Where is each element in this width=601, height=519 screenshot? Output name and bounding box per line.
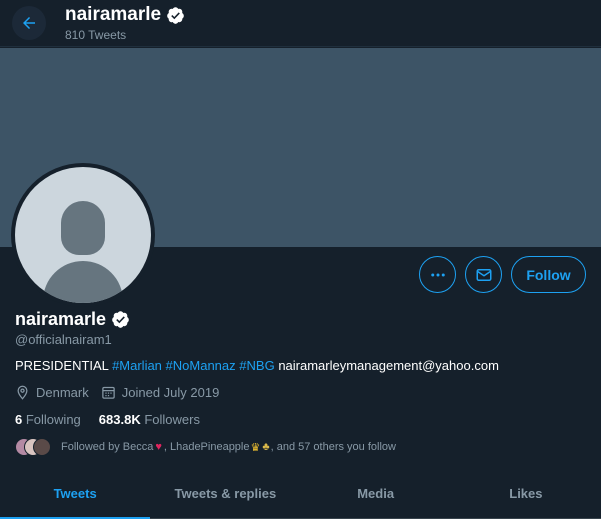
profile-display-name: nairamarle — [15, 309, 107, 329]
following-count: 6 — [15, 412, 23, 427]
profile-location: Denmark — [15, 385, 89, 400]
heart-icon: ♥ — [155, 441, 162, 453]
hashtag-link[interactable]: #Marlian — [112, 358, 162, 373]
profile-joined: Joined July 2019 — [101, 385, 220, 400]
profile-stats: 6 Following 683.8K Followers — [15, 412, 218, 427]
back-button[interactable] — [12, 6, 46, 40]
followed-by-prefix: Followed by Becca — [61, 441, 154, 453]
followers-count: 683.8K — [98, 412, 141, 427]
profile-avatar[interactable] — [11, 163, 155, 307]
followers-link[interactable]: 683.8K Followers — [99, 412, 200, 427]
tab-tweets[interactable]: Tweets — [0, 469, 151, 519]
profile-bio: PRESIDENTIAL #Marlian #NoMannaz #NBG nai… — [15, 358, 499, 373]
more-button[interactable] — [419, 256, 456, 293]
top-header: nairamarle 810 Tweets — [0, 0, 601, 47]
followed-by-middle: , LhadePineapple — [163, 441, 250, 453]
location-pin-icon — [17, 385, 28, 400]
avatar — [33, 438, 51, 456]
envelope-icon — [476, 268, 491, 281]
bio-email: nairamarleymanagement@yahoo.com — [278, 358, 499, 373]
profile-meta: Denmark Joined July 2019 — [15, 385, 231, 400]
verified-badge-icon — [112, 311, 129, 328]
follower-avatars — [15, 438, 55, 456]
crown-icon: ♛ — [250, 441, 261, 454]
tab-tweets-replies[interactable]: Tweets & replies — [150, 469, 300, 518]
location-text: Denmark — [36, 385, 89, 400]
pineapple-icon: ♣ — [262, 441, 270, 453]
arrow-left-icon — [23, 17, 35, 29]
header-tweet-count: 810 Tweets — [65, 28, 127, 42]
header-name: nairamarle — [65, 4, 162, 25]
follow-button[interactable]: Follow — [511, 256, 586, 293]
followers-label: Followers — [144, 412, 200, 427]
profile-handle: @officialnairam1 — [15, 332, 112, 347]
bio-prefix: PRESIDENTIAL — [15, 358, 109, 373]
profile-name: nairamarle — [15, 309, 130, 330]
message-button[interactable] — [465, 256, 502, 293]
verified-badge-icon — [167, 6, 184, 24]
profile-tabs: Tweets Tweets & replies Media Likes — [0, 469, 601, 519]
followed-by[interactable]: Followed by Becca ♥ , LhadePineapple ♛ ♣… — [15, 438, 396, 456]
default-avatar-icon — [15, 167, 151, 303]
followed-by-suffix: , and 57 others you follow — [270, 441, 396, 453]
tab-likes[interactable]: Likes — [451, 469, 601, 518]
hashtag-link[interactable]: #NoMannaz — [166, 358, 236, 373]
tab-media[interactable]: Media — [301, 469, 451, 518]
hashtag-link[interactable]: #NBG — [239, 358, 274, 373]
joined-text: Joined July 2019 — [121, 385, 220, 400]
more-dots-icon — [430, 273, 445, 276]
calendar-icon — [102, 386, 115, 399]
header-title: nairamarle — [65, 4, 185, 26]
following-link[interactable]: 6 Following — [15, 412, 81, 427]
following-label: Following — [25, 412, 81, 427]
